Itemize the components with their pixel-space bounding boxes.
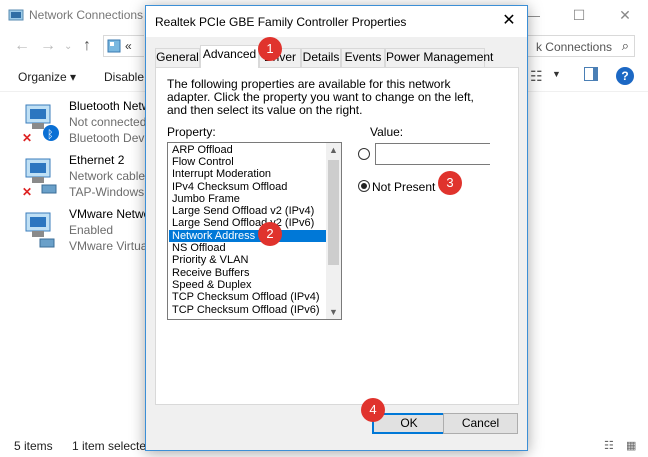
property-item-selected[interactable]: Network Address <box>169 230 327 242</box>
details-view-icon[interactable]: ☷ <box>604 439 614 452</box>
not-present-radio[interactable] <box>358 180 370 192</box>
search-box[interactable]: k Connections ⌕ <box>522 35 635 57</box>
value-radio[interactable] <box>358 148 370 160</box>
item-count: 5 items <box>14 439 53 453</box>
svg-text:ᛒ: ᛒ <box>47 129 54 141</box>
property-item[interactable]: TCP Checksum Offload (IPv4) <box>169 291 327 303</box>
preview-pane-icon[interactable] <box>584 67 598 81</box>
up-arrow-icon[interactable]: ↑ <box>83 37 91 55</box>
network-adapter-icon <box>25 212 55 248</box>
property-item[interactable]: Jumbo Frame <box>169 193 327 205</box>
property-item[interactable]: NS Offload <box>169 242 327 254</box>
back-arrow-icon[interactable]: ← <box>14 37 30 55</box>
address-overflow: « <box>125 39 132 53</box>
close-icon[interactable]: ✕ <box>497 10 521 32</box>
help-icon[interactable]: ? <box>616 67 634 85</box>
property-item[interactable]: Speed & Duplex <box>169 279 327 291</box>
connection-status: Network cable <box>69 169 146 183</box>
radio-selected-dot <box>361 183 367 189</box>
forward-arrow-icon[interactable]: → <box>40 37 56 55</box>
search-placeholder: k Connections <box>535 40 612 54</box>
advanced-description: The following properties are available f… <box>167 77 474 117</box>
property-item[interactable]: IPv4 Checksum Offload <box>169 181 327 193</box>
callout-marker: 1 <box>258 37 282 61</box>
property-item[interactable]: Large Send Offload v2 (IPv4) <box>169 205 327 217</box>
property-item[interactable]: Flow Control <box>169 156 327 168</box>
scroll-up-icon[interactable]: ▲ <box>329 145 338 155</box>
view-options-icon[interactable]: ☷ <box>530 68 543 85</box>
value-label: Value: <box>370 125 404 139</box>
connection-item[interactable]: ✕ ᛒ Bluetooth Netw Not connected Bluetoo… <box>14 99 154 149</box>
connection-status: Enabled <box>69 223 114 237</box>
adapter-properties-dialog: Realtek PCIe GBE Family Controller Prope… <box>145 5 528 451</box>
dialog-title: Realtek PCIe GBE Family Controller Prope… <box>155 15 407 29</box>
network-adapter-disconnected-icon: ✕ <box>22 158 57 199</box>
tiles-view-icon[interactable]: ▦ <box>626 439 636 452</box>
close-window-button[interactable]: ✕ <box>602 0 648 30</box>
callout-marker: 4 <box>361 398 385 422</box>
scroll-down-icon[interactable]: ▼ <box>329 307 338 317</box>
network-adapter-disconnected-icon: ✕ ᛒ <box>22 104 59 145</box>
search-icon[interactable]: ⌕ <box>622 38 629 54</box>
network-folder-icon <box>8 9 24 21</box>
connection-item[interactable]: VMware Netwo Enabled VMware Virtual <box>14 207 154 257</box>
property-item[interactable]: ARP Offload <box>169 144 327 156</box>
svg-text:✕: ✕ <box>22 131 32 145</box>
scrollbar-thumb[interactable] <box>328 160 339 265</box>
selection-count: 1 item selected <box>72 439 153 453</box>
connection-status: Not connected <box>69 115 147 129</box>
connection-name: Bluetooth Netw <box>69 99 151 113</box>
callout-marker: 2 <box>258 222 282 246</box>
property-label: Property: <box>167 125 216 139</box>
tab-advanced[interactable]: Advanced <box>200 45 259 68</box>
recent-chevron-icon[interactable]: ⌄ <box>64 41 72 52</box>
tab-events[interactable]: Events <box>341 48 385 67</box>
address-bar[interactable]: « <box>103 35 144 57</box>
connection-adapter: Bluetooth Devic <box>69 131 154 145</box>
property-list-scrollbar[interactable]: ▲ ▼ <box>326 143 341 319</box>
property-item[interactable]: Receive Buffers <box>169 267 327 279</box>
tab-details[interactable]: Details <box>301 48 341 67</box>
property-item[interactable]: Large Send Offload v2 (IPv6) <box>169 217 327 229</box>
control-panel-icon <box>107 39 121 53</box>
not-present-label: Not Present <box>372 180 436 194</box>
callout-marker: 3 <box>438 171 462 195</box>
cancel-button[interactable]: Cancel <box>443 413 518 434</box>
connection-name: Ethernet 2 <box>69 153 125 167</box>
connection-item[interactable]: ✕ Ethernet 2 Network cable TAP-Windows A <box>14 153 155 203</box>
connection-name: VMware Netwo <box>69 207 151 221</box>
maximize-button[interactable]: ☐ <box>556 0 602 30</box>
connection-adapter: VMware Virtual <box>69 239 151 253</box>
organize-menu[interactable]: Organize ▾ <box>18 70 76 84</box>
connection-adapter: TAP-Windows A <box>69 185 155 199</box>
tab-power-management[interactable]: Power Management <box>385 48 493 67</box>
svg-text:✕: ✕ <box>22 185 32 199</box>
tab-general[interactable]: General <box>155 48 200 67</box>
explorer-title: Network Connections <box>29 8 144 22</box>
property-list[interactable]: ARP Offload Flow Control Interrupt Moder… <box>167 142 342 320</box>
dialog-titlebar: Realtek PCIe GBE Family Controller Prope… <box>146 6 527 37</box>
property-item[interactable]: Priority & VLAN <box>169 254 327 266</box>
property-item[interactable]: Interrupt Moderation <box>169 168 327 180</box>
property-item[interactable]: TCP Checksum Offload (IPv6) <box>169 304 327 316</box>
value-input[interactable] <box>375 143 490 165</box>
advanced-tab-panel: The following properties are available f… <box>155 67 519 405</box>
disable-button[interactable]: Disable <box>104 70 144 84</box>
view-dropdown-icon[interactable]: ▼ <box>552 69 561 79</box>
